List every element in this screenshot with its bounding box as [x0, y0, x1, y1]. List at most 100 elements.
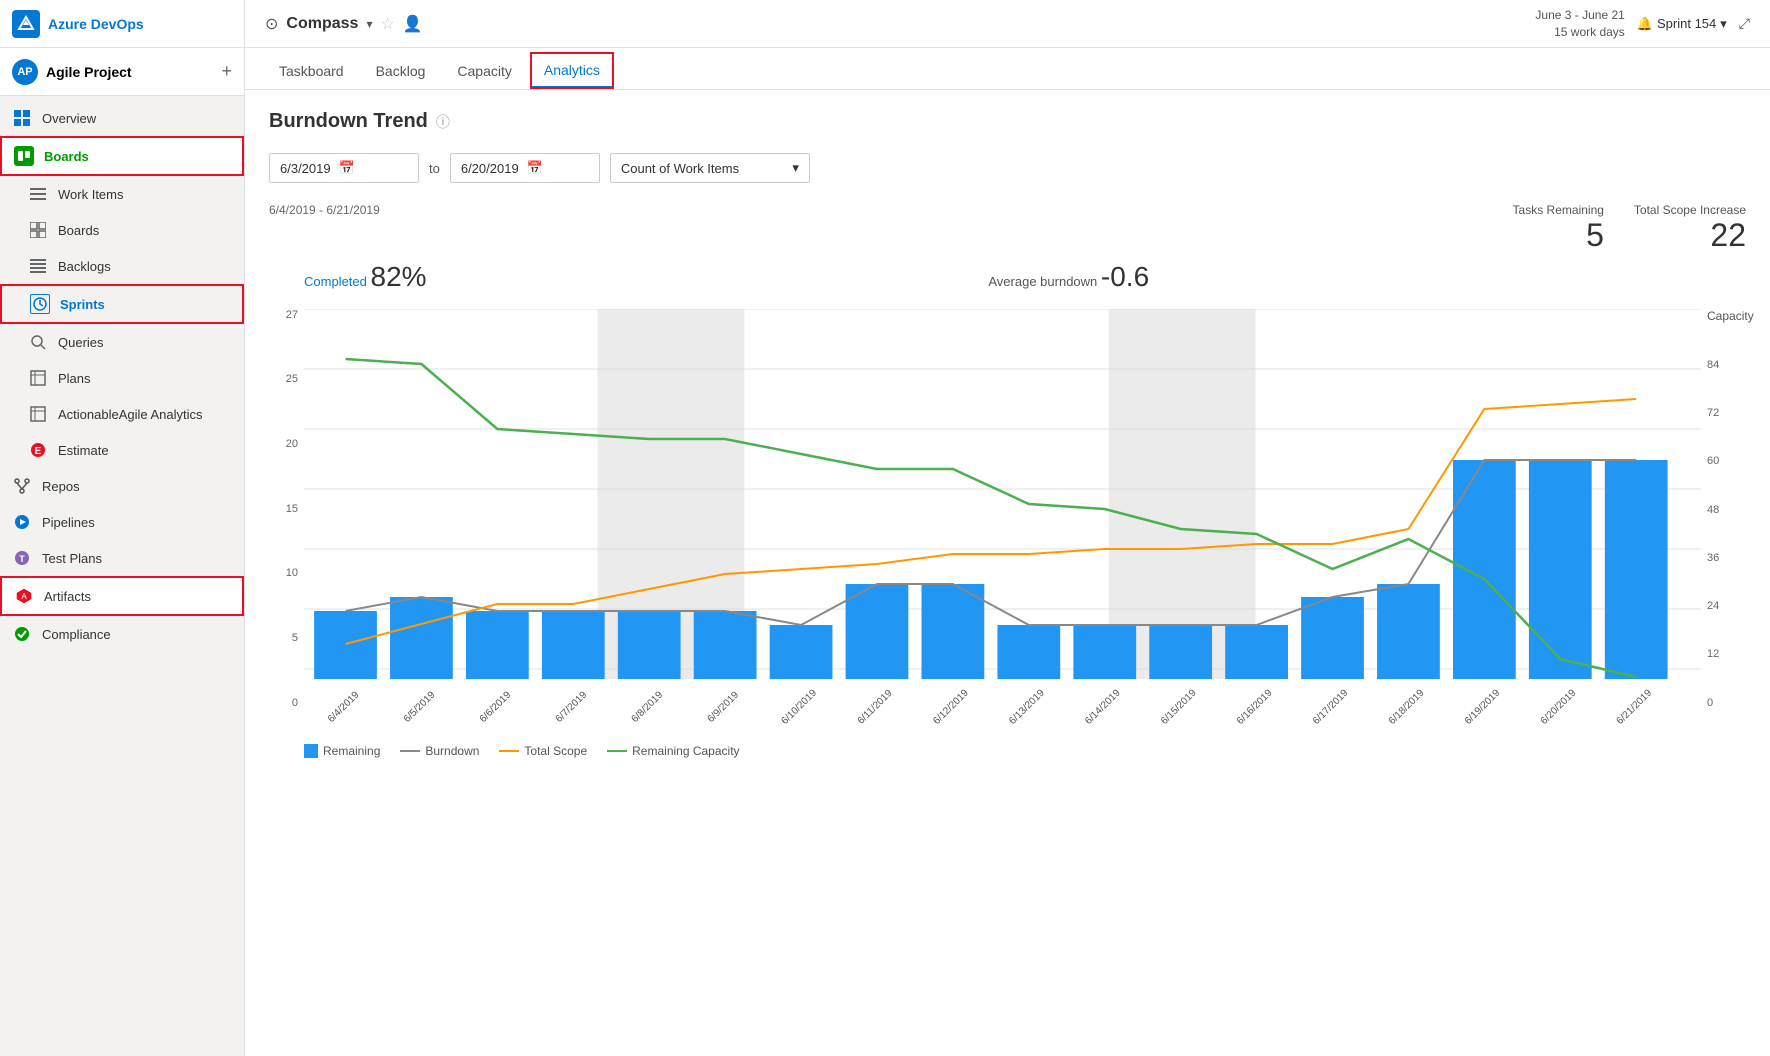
tasks-remaining-stat: Tasks Remaining 5 [1513, 203, 1604, 251]
sidebar-item-boards-section[interactable]: Boards [0, 136, 244, 176]
legend-total-scope: Total Scope [499, 744, 587, 758]
legend-burndown: Burndown [400, 744, 479, 758]
burndown-title-row: Burndown Trend ⓘ [269, 110, 1746, 133]
date-range-text: June 3 - June 21 [1535, 7, 1624, 24]
sidebar-item-label: Test Plans [42, 551, 102, 566]
svg-text:6/11/2019: 6/11/2019 [856, 687, 895, 726]
chart-area: 27 25 20 15 10 5 0 [269, 309, 1746, 732]
svg-text:6/16/2019: 6/16/2019 [1235, 687, 1275, 726]
svg-text:6/9/2019: 6/9/2019 [706, 689, 742, 725]
sidebar-item-backlogs[interactable]: Backlogs [0, 248, 244, 284]
info-icon[interactable]: ⓘ [436, 112, 450, 132]
add-button[interactable]: + [221, 61, 232, 82]
sidebar-item-pipelines[interactable]: Pipelines [0, 504, 244, 540]
azure-logo [12, 10, 40, 38]
legend-remaining-capacity: Remaining Capacity [607, 744, 739, 758]
remaining-capacity-color [607, 750, 627, 752]
sidebar-item-actionable[interactable]: ActionableAgile Analytics [0, 396, 244, 432]
compass-icon: ⊙ [265, 14, 278, 34]
compass-dropdown[interactable]: ▾ [366, 17, 372, 31]
sidebar-item-testplans[interactable]: T Test Plans [0, 540, 244, 576]
sidebar-item-overview[interactable]: Overview [0, 100, 244, 136]
testplans-icon: T [12, 548, 32, 568]
sidebar-item-label: Overview [42, 111, 96, 126]
start-date-input[interactable]: 6/3/2019 📅 [269, 153, 419, 183]
boards-sub-icon [28, 220, 48, 240]
sidebar-nav: Overview Boards Work Items Boards B [0, 96, 244, 656]
avg-burndown-stat: Average burndown -0.6 [988, 261, 1149, 293]
sidebar-item-repos[interactable]: Repos [0, 468, 244, 504]
sidebar: Azure DevOps AP Agile Project + Overview… [0, 0, 245, 1056]
queries-icon [28, 332, 48, 352]
y-axis-right: Capacity 84 72 60 48 36 24 12 0 [1701, 309, 1746, 709]
sidebar-item-label: Pipelines [42, 515, 95, 530]
filter-row: 6/3/2019 📅 to 6/20/2019 📅 Count of Work … [269, 153, 1746, 183]
y-axis-left: 27 25 20 15 10 5 0 [269, 309, 304, 709]
expand-icon[interactable]: ⤢ [1739, 15, 1750, 32]
top-bar-left: ⊙ Compass ▾ ☆ 👤 [265, 14, 423, 34]
metric-value: Count of Work Items [621, 161, 739, 176]
end-date-input[interactable]: 6/20/2019 📅 [450, 153, 600, 183]
repos-icon [12, 476, 32, 496]
svg-text:6/6/2019: 6/6/2019 [478, 689, 514, 725]
sprint-dropdown[interactable]: ▾ [1720, 16, 1727, 32]
sprint-selector[interactable]: 🔔 Sprint 154 ▾ [1637, 16, 1727, 32]
svg-text:6/21/2019: 6/21/2019 [1615, 687, 1655, 726]
sidebar-item-label: Work Items [58, 187, 124, 202]
chart-legend: Remaining Burndown Total Scope Remaining… [269, 744, 1746, 758]
legend-remaining: Remaining [304, 744, 380, 758]
sidebar-item-sprints[interactable]: Sprints [0, 284, 244, 324]
tab-taskboard[interactable]: Taskboard [265, 53, 358, 89]
app-name: Azure DevOps [48, 16, 144, 32]
svg-text:6/20/2019: 6/20/2019 [1539, 687, 1579, 726]
svg-text:A: A [21, 592, 27, 601]
to-label: to [429, 161, 440, 176]
plans-icon [28, 368, 48, 388]
sidebar-item-estimate[interactable]: E Estimate [0, 432, 244, 468]
tab-capacity[interactable]: Capacity [443, 53, 525, 89]
sidebar-item-label: Boards [58, 223, 99, 238]
svg-text:6/19/2019: 6/19/2019 [1463, 687, 1503, 726]
sidebar-item-queries[interactable]: Queries [0, 324, 244, 360]
sidebar-item-boards[interactable]: Boards [0, 212, 244, 248]
metric-dropdown[interactable]: Count of Work Items ▾ [610, 153, 810, 183]
tab-analytics[interactable]: Analytics [530, 52, 614, 89]
top-bar: ⊙ Compass ▾ ☆ 👤 June 3 - June 21 15 work… [245, 0, 1770, 48]
tab-backlog[interactable]: Backlog [362, 53, 440, 89]
tasks-remaining-value: 5 [1513, 219, 1604, 251]
sidebar-item-plans[interactable]: Plans [0, 360, 244, 396]
svg-text:6/12/2019: 6/12/2019 [931, 687, 971, 726]
remaining-label: Remaining [323, 744, 380, 758]
content-area: Burndown Trend ⓘ 6/3/2019 📅 to 6/20/2019… [245, 90, 1770, 1056]
person-icon[interactable]: 👤 [403, 14, 423, 34]
sidebar-item-work-items[interactable]: Work Items [0, 176, 244, 212]
top-bar-right: June 3 - June 21 15 work days 🔔 Sprint 1… [1535, 7, 1750, 41]
svg-text:6/15/2019: 6/15/2019 [1159, 687, 1199, 726]
avg-burndown-label: Average burndown [988, 274, 1097, 289]
start-date-calendar-icon[interactable]: 📅 [339, 160, 355, 176]
end-date-calendar-icon[interactable]: 📅 [527, 160, 543, 176]
sprint-label: Sprint 154 [1657, 16, 1716, 31]
main-content: ⊙ Compass ▾ ☆ 👤 June 3 - June 21 15 work… [245, 0, 1770, 1056]
svg-text:T: T [19, 554, 25, 564]
sidebar-item-label: Artifacts [44, 589, 91, 604]
estimate-icon: E [28, 440, 48, 460]
project-avatar: AP [12, 59, 38, 85]
compass-title: Compass [286, 15, 358, 33]
favorite-icon[interactable]: ☆ [380, 14, 394, 34]
sidebar-item-label: Repos [42, 479, 80, 494]
backlogs-icon [28, 256, 48, 276]
total-scope-label: Total Scope [524, 744, 587, 758]
svg-text:6/14/2019: 6/14/2019 [1083, 687, 1123, 726]
sidebar-item-label: Backlogs [58, 259, 111, 274]
sidebar-item-compliance[interactable]: Compliance [0, 616, 244, 652]
svg-text:6/5/2019: 6/5/2019 [402, 689, 438, 725]
tab-bar: Taskboard Backlog Capacity Analytics [245, 48, 1770, 90]
remaining-capacity-label: Remaining Capacity [632, 744, 739, 758]
completed-value: 82% [371, 261, 427, 292]
sidebar-item-artifacts[interactable]: A Artifacts [0, 576, 244, 616]
pipelines-icon [12, 512, 32, 532]
svg-text:E: E [35, 446, 42, 457]
sprint-icon: 🔔 [1637, 16, 1653, 32]
chart-container: 6/4/2019 - 6/21/2019 Tasks Remaining 5 T… [269, 203, 1746, 758]
